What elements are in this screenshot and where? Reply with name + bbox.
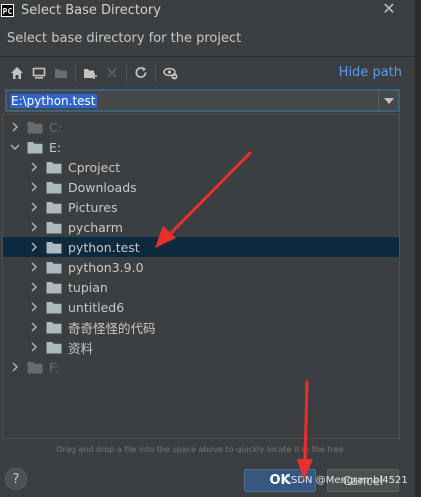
chevron-right-icon[interactable] [28, 301, 40, 313]
tree-row-label: E: [49, 139, 62, 155]
toolbar-separator [75, 65, 76, 81]
drive-folder-icon [27, 141, 43, 154]
tree-row[interactable]: 资料 [3, 337, 399, 357]
tree-row[interactable]: F: [3, 357, 399, 377]
toolbar-separator [155, 65, 156, 81]
directory-tree: C: E: Cproject Downloads Pictures pycharm pyth… [2, 114, 400, 439]
new-folder-icon[interactable] [79, 62, 101, 84]
tree-row[interactable]: python3.9.0 [3, 257, 399, 277]
tree-row-label: untitled6 [68, 299, 125, 315]
tree-row[interactable]: 奇奇怪怪的代码 [3, 317, 399, 337]
tree-row[interactable]: untitled6 [3, 297, 399, 317]
tree-row-label: python.test [68, 239, 140, 255]
ok-button[interactable]: OK [244, 469, 316, 492]
refresh-icon[interactable] [130, 62, 152, 84]
tree-row-label: python3.9.0 [68, 259, 144, 275]
tree-row[interactable]: Downloads [3, 177, 399, 197]
tree-row[interactable]: pycharm [3, 217, 399, 237]
toolbar-separator [126, 65, 127, 81]
project-folder-icon[interactable] [50, 62, 72, 84]
folder-icon [46, 161, 62, 174]
chevron-right-icon[interactable] [28, 201, 40, 213]
chevron-down-icon[interactable] [9, 141, 21, 153]
tree-row-label: Pictures [68, 199, 118, 215]
desktop-icon[interactable] [28, 62, 50, 84]
chevron-right-icon[interactable] [28, 321, 40, 333]
close-icon[interactable]: ✕ [379, 0, 399, 20]
pycharm-app-icon: PC [1, 3, 14, 17]
header-divider [0, 56, 421, 57]
path-input-wrapper[interactable]: E:\python.test [7, 93, 378, 108]
chevron-down-icon[interactable] [378, 91, 398, 110]
chevron-right-icon[interactable] [28, 341, 40, 353]
chevron-right-icon[interactable] [28, 261, 40, 273]
chevron-right-icon[interactable] [28, 221, 40, 233]
tree-row-label: F: [49, 359, 60, 375]
dialog-description: Select base directory for the project [7, 31, 242, 46]
chevron-right-icon[interactable] [9, 121, 21, 133]
tree-row[interactable]: Cproject [3, 157, 399, 177]
folder-icon [46, 241, 62, 254]
chevron-right-icon[interactable] [28, 161, 40, 173]
tree-row[interactable]: Pictures [3, 197, 399, 217]
drive-folder-icon [27, 121, 43, 134]
tree-row-label: Downloads [68, 179, 137, 195]
cancel-button[interactable]: Cancel [327, 469, 399, 492]
drag-drop-hint: Drag and drop a file into the space abov… [56, 445, 344, 454]
help-button[interactable]: ? [5, 468, 27, 490]
tree-row-label: pycharm [68, 219, 123, 235]
window-edge-strip [415, 0, 421, 497]
folder-icon [46, 181, 62, 194]
chevron-right-icon[interactable] [9, 361, 21, 373]
tree-row-label: 资料 [68, 340, 94, 356]
tree-row[interactable]: E: [3, 137, 399, 157]
folder-icon [46, 301, 62, 314]
drive-folder-icon [27, 361, 43, 374]
tree-row[interactable]: tupian [3, 277, 399, 297]
chevron-right-icon[interactable] [28, 241, 40, 253]
tree-row-label: 奇奇怪怪的代码 [68, 320, 156, 336]
folder-icon [46, 201, 62, 214]
path-input[interactable]: E:\python.test [10, 93, 97, 108]
tree-row[interactable]: C: [3, 117, 399, 137]
folder-icon [46, 281, 62, 294]
hide-path-link[interactable]: Hide path [339, 65, 402, 80]
tree-row-label: Cproject [68, 159, 121, 175]
folder-icon [46, 341, 62, 354]
chevron-right-icon[interactable] [28, 281, 40, 293]
tree-row-label: C: [49, 119, 62, 135]
delete-icon[interactable] [101, 62, 123, 84]
toolbar [6, 62, 181, 84]
folder-icon [46, 321, 62, 334]
dialog-title: Select Base Directory [21, 2, 161, 18]
title-bar: PC Select Base Directory ✕ [0, 0, 421, 20]
path-field: E:\python.test [5, 89, 400, 112]
tree-row[interactable]: python.test [3, 237, 399, 257]
folder-icon [46, 261, 62, 274]
show-hidden-icon[interactable] [159, 62, 181, 84]
tree-row-label: tupian [68, 279, 108, 295]
home-icon[interactable] [6, 62, 28, 84]
folder-icon [46, 221, 62, 234]
chevron-right-icon[interactable] [28, 181, 40, 193]
